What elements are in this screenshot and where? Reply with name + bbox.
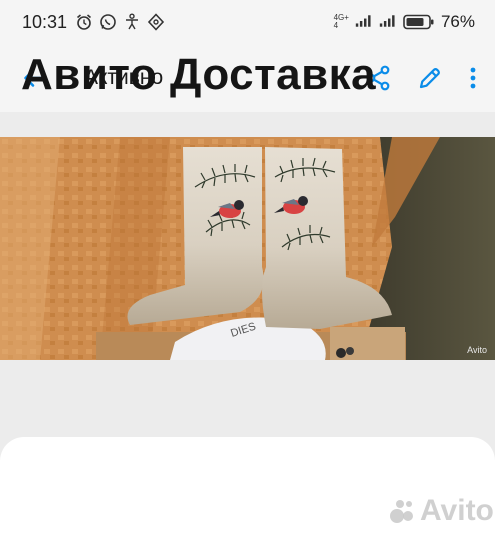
app-bar-actions	[365, 65, 477, 91]
status-time: 10:31	[22, 11, 68, 32]
edit-icon[interactable]	[417, 65, 443, 91]
photo-scene: DIES	[0, 137, 495, 360]
status-bar: 10:31 4G+ 4 76%	[0, 0, 495, 44]
alarm-icon	[75, 13, 93, 31]
signal-icon	[379, 13, 397, 31]
network-type: 4G+ 4	[334, 14, 349, 30]
battery-level-unit: %	[459, 12, 475, 31]
battery-level: 76%	[441, 12, 475, 32]
status-left: 10:31	[22, 12, 165, 33]
avito-watermark: Avito	[388, 494, 494, 528]
pinwheel-icon	[147, 13, 165, 31]
battery-icon	[403, 14, 435, 30]
more-vert-icon[interactable]	[469, 66, 477, 90]
avito-watermark-text: Avito	[420, 494, 494, 527]
whatsapp-icon	[99, 13, 117, 31]
delivery-heading: Авито Доставка	[21, 50, 377, 99]
battery-level-value: 76	[440, 12, 460, 31]
photo-watermark: Avito	[467, 345, 487, 355]
listing-photo[interactable]: DIES Avito	[0, 137, 495, 360]
status-right: 4G+ 4 76%	[334, 12, 475, 32]
network-type-bottom: 4	[333, 21, 339, 30]
accessibility-icon	[123, 13, 141, 31]
avito-logo-icon	[390, 500, 413, 523]
signal-icon	[355, 13, 373, 31]
